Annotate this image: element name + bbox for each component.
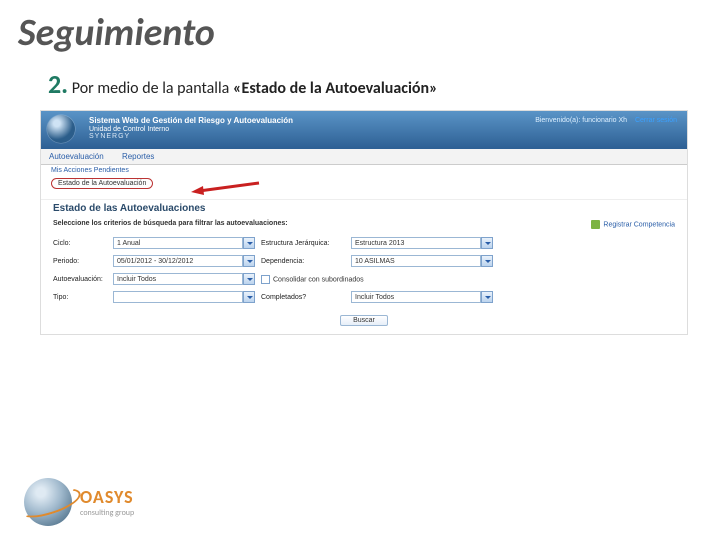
consolidar-checkbox[interactable] <box>261 275 270 284</box>
ciclo-field[interactable]: 1 Anual <box>113 237 243 249</box>
periodo-label: Periodo: <box>53 258 113 265</box>
step-prefix: Por medio de la pantalla <box>72 79 233 98</box>
page-heading: Estado de las Autoevaluaciones <box>41 199 687 220</box>
app-title-line2: Unidad de Control Interno <box>89 126 679 134</box>
tipo-dropdown-icon[interactable] <box>243 291 255 303</box>
consolidar-row[interactable]: Consolidar con subordinados <box>261 275 499 284</box>
submenu-estado-highlight[interactable]: Estado de la Autoevaluación <box>51 178 153 189</box>
submenu-pendientes[interactable]: Mis Acciones Pendientes <box>51 167 677 174</box>
completados-label: Completados? <box>261 294 351 301</box>
autoeval-label: Autoevaluación: <box>53 276 113 283</box>
periodo-field[interactable]: 05/01/2012 - 30/12/2012 <box>113 255 243 267</box>
dependencia-field[interactable]: 10 ASILMAS <box>351 255 481 267</box>
dependencia-label: Dependencia: <box>261 258 351 265</box>
completados-dropdown-icon[interactable] <box>481 291 493 303</box>
tipo-label: Tipo: <box>53 294 113 301</box>
ciclo-dropdown-icon[interactable] <box>243 237 255 249</box>
footer-logo: OASYS consulting group <box>24 478 134 526</box>
menu-autoevaluacion[interactable]: Autoevaluación <box>49 152 104 161</box>
autoeval-field[interactable]: Incluir Todos <box>113 273 243 285</box>
register-link[interactable]: Registrar Competencia <box>591 220 675 229</box>
buscar-button[interactable]: Buscar <box>340 315 388 326</box>
footer-tagline: consulting group <box>80 508 134 518</box>
app-brand: SYNERGY <box>89 133 679 141</box>
consolidar-label: Consolidar con subordinados <box>273 276 364 283</box>
footer-brand: OASYS <box>80 486 134 508</box>
periodo-dropdown-icon[interactable] <box>243 255 255 267</box>
criteria-text: Seleccione los criterios de búsqueda par… <box>53 220 288 227</box>
footer-text: OASYS consulting group <box>80 486 134 518</box>
slide-title: Seguimiento <box>0 0 720 56</box>
logout-link[interactable]: Cerrar sesión <box>635 117 677 124</box>
welcome-text: Bienvenido(a): funcionario Xh Cerrar ses… <box>535 117 677 124</box>
menu-reportes[interactable]: Reportes <box>122 152 154 161</box>
synergy-logo-icon <box>47 115 75 143</box>
buscar-row: Buscar <box>41 311 687 334</box>
estructura-field[interactable]: Estructura 2013 <box>351 237 481 249</box>
completados-field[interactable]: Incluir Todos <box>351 291 481 303</box>
filter-grid: Ciclo: 1 Anual Estructura Jerárquica: Es… <box>41 233 687 311</box>
app-header: Sistema Web de Gestión del Riesgo y Auto… <box>41 111 687 149</box>
tipo-field[interactable] <box>113 291 243 303</box>
step-block: 2. Por medio de la pantalla «Estado de l… <box>0 56 720 106</box>
step-number: 2. <box>48 68 68 100</box>
dependencia-dropdown-icon[interactable] <box>481 255 493 267</box>
menubar: Autoevaluación Reportes <box>41 149 687 165</box>
estructura-label: Estructura Jerárquica: <box>261 240 351 247</box>
ciclo-label: Ciclo: <box>53 240 113 247</box>
estructura-dropdown-icon[interactable] <box>481 237 493 249</box>
autoeval-dropdown-icon[interactable] <box>243 273 255 285</box>
welcome-label: Bienvenido(a): funcionario Xh <box>535 117 627 124</box>
submenu: Mis Acciones Pendientes Estado de la Aut… <box>41 165 687 199</box>
step-bold: «Estado de la Autoevaluación» <box>233 79 438 98</box>
callout-arrow-icon <box>191 181 261 195</box>
step-text: Por medio de la pantalla «Estado de la A… <box>72 79 438 98</box>
app-screenshot: Sistema Web de Gestión del Riesgo y Auto… <box>40 110 688 335</box>
oasys-orb-icon <box>24 478 72 526</box>
criteria-row: Seleccione los criterios de búsqueda par… <box>41 220 687 233</box>
